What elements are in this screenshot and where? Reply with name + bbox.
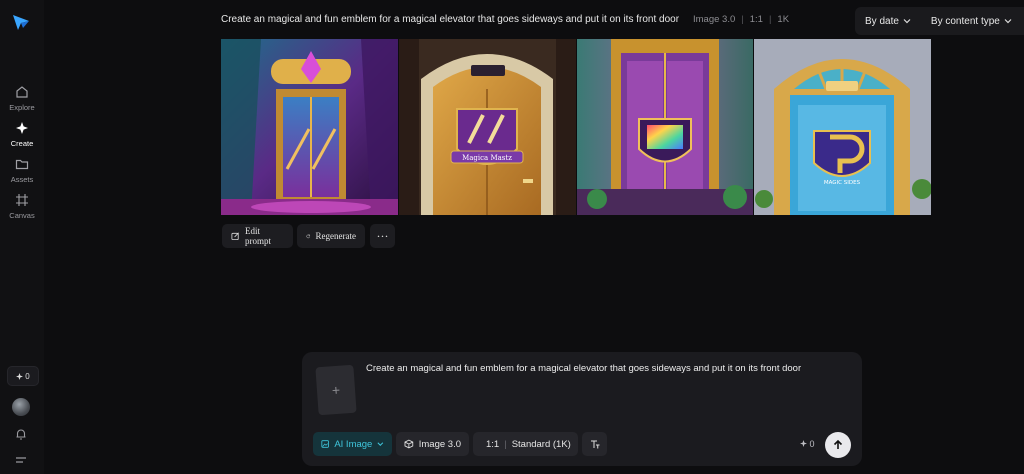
meta-resolution: 1K (777, 14, 790, 25)
logo-icon[interactable] (11, 12, 31, 32)
mode-selector[interactable]: AI Image (313, 432, 392, 456)
elevator-image (221, 39, 398, 215)
nav-create-label: Create (10, 139, 34, 148)
text-settings-icon (590, 440, 599, 449)
edit-prompt-button[interactable]: Edit prompt (222, 224, 293, 248)
regenerate-button[interactable]: Regenerate (297, 224, 365, 248)
nav-canvas[interactable]: Canvas (0, 192, 44, 220)
plus-icon: + (331, 381, 341, 399)
filter-by-content-type[interactable]: By content type (921, 16, 1022, 27)
sparkle-icon (16, 122, 28, 134)
emblem-text: MAGIC SIDES (824, 180, 861, 186)
filter-by-date-label: By date (865, 15, 899, 27)
credits-badge[interactable]: 0 (7, 366, 39, 386)
prompt-input[interactable]: Create an magical and fun emblem for a m… (366, 363, 801, 374)
nav-explore-label: Explore (9, 103, 35, 112)
image-icon (321, 440, 329, 448)
nav-assets[interactable]: Assets (0, 156, 44, 184)
nav-assets-label: Assets (10, 175, 34, 184)
credits-count: 0 (25, 371, 30, 381)
avatar[interactable] (12, 398, 30, 416)
edit-prompt-label: Edit prompt (245, 226, 272, 246)
nav-create[interactable]: Create (0, 120, 44, 148)
meta-model: Image 3.0 (693, 14, 736, 25)
sidebar: Explore Create Assets Canvas 0 (0, 0, 44, 474)
mode-selector-label: AI Image (334, 438, 373, 450)
filter-bar: By date By content type (855, 7, 1024, 35)
elevator-image (577, 39, 753, 215)
elevator-image: MAGIC SIDES (754, 39, 931, 215)
elevator-image: Magica Mastz (399, 39, 576, 215)
filter-by-content-type-label: By content type (930, 15, 1000, 27)
meta-ratio: 1:1 (749, 14, 763, 25)
cube-icon (404, 439, 414, 449)
emblem-text: Magica Mastz (462, 154, 512, 162)
generation-meta: Image 3.0 | 1:1 | 1K (693, 14, 789, 25)
filter-by-date[interactable]: By date (855, 16, 921, 27)
canvas-icon (16, 194, 28, 206)
folder-icon (15, 159, 29, 170)
upload-image-button[interactable]: + (315, 364, 357, 416)
nav-canvas-label: Canvas (9, 211, 35, 220)
nav-explore[interactable]: Explore (0, 84, 44, 112)
meta-separator: | (768, 14, 772, 25)
refresh-icon (306, 234, 311, 239)
ratio-quality-selector[interactable]: 1:1 | Standard (1K) (473, 432, 578, 456)
credit-cost-value: 0 (809, 439, 815, 449)
bell-icon[interactable] (14, 427, 28, 441)
prompt-composer: + Create an magical and fun emblem for a… (302, 352, 862, 466)
meta-separator: | (741, 14, 744, 25)
model-selector-label: Image 3.0 (418, 438, 461, 450)
credit-cost: 0 (800, 439, 815, 449)
sparkle-icon (16, 372, 24, 380)
regenerate-label: Regenerate (315, 231, 356, 241)
generation-prompt: Create an magical and fun emblem for a m… (221, 14, 680, 25)
more-options-icon: ··· (376, 228, 389, 243)
edit-icon (231, 232, 239, 241)
chevron-down-icon (1004, 19, 1012, 24)
quality-label: Standard (1K) (511, 438, 571, 450)
model-selector[interactable]: Image 3.0 (396, 432, 469, 456)
divider: | (504, 438, 507, 450)
generated-image-2[interactable]: Magica Mastz (399, 39, 576, 215)
arrow-up-icon (833, 439, 843, 449)
menu-icon[interactable] (14, 455, 28, 467)
text-settings-button[interactable] (582, 432, 607, 456)
chevron-down-icon (377, 442, 384, 446)
generated-image-4[interactable]: MAGIC SIDES (754, 39, 931, 215)
generated-image-3[interactable] (577, 39, 753, 215)
more-options-button[interactable]: ··· (370, 224, 395, 248)
home-icon (16, 86, 28, 98)
sparkle-icon (800, 440, 807, 447)
generated-image-1[interactable] (221, 39, 398, 215)
send-button[interactable] (825, 432, 851, 458)
chevron-down-icon (903, 19, 911, 24)
ratio-label: 1:1 (486, 438, 500, 450)
